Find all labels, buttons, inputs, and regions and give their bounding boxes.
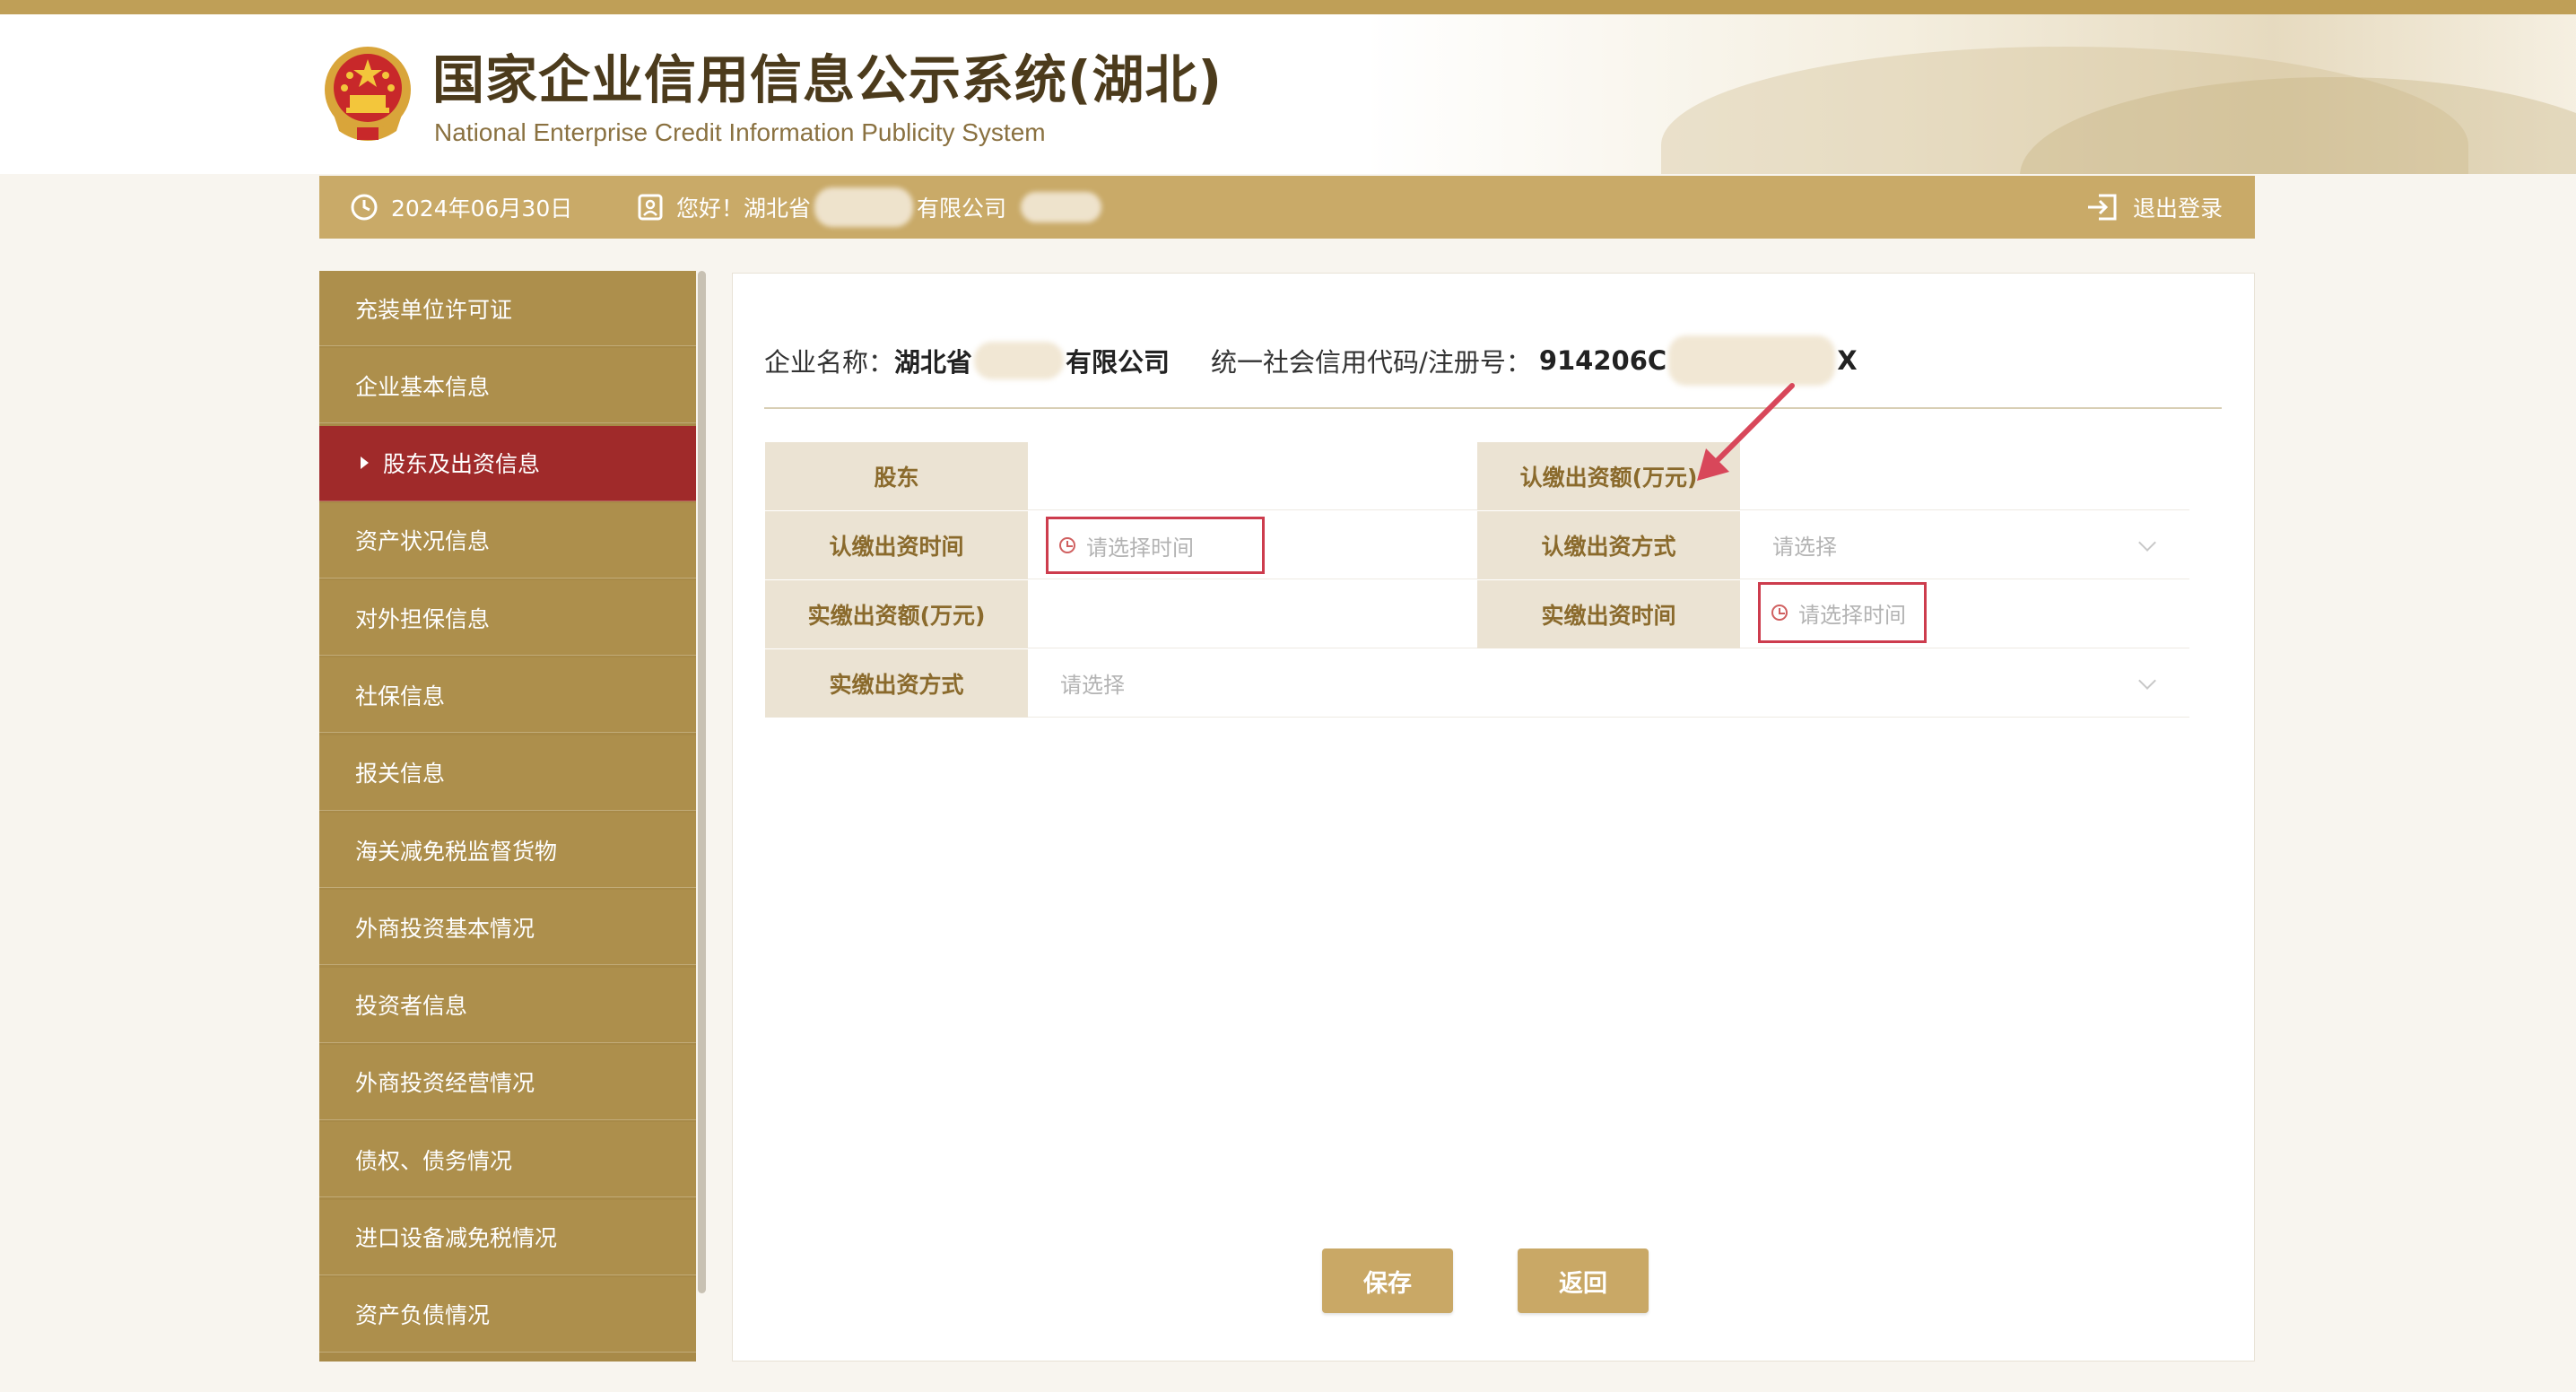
subscribed-time-picker[interactable]: 请选择时间 xyxy=(1046,517,1265,574)
sidebar-item-label: 股东及出资信息 xyxy=(383,451,541,478)
back-button[interactable]: 返回 xyxy=(1518,1248,1649,1313)
greeting-suffix: 有限公司 xyxy=(917,196,1007,222)
sidebar-item-guarantees[interactable]: 对外担保信息 xyxy=(319,580,696,657)
sidebar-item-social-security[interactable]: 社保信息 xyxy=(319,657,696,734)
company-name-suffix: 有限公司 xyxy=(1066,347,1171,378)
sidebar-item-assets[interactable]: 资产状况信息 xyxy=(319,502,696,579)
subscribed-time-label: 认缴出资时间 xyxy=(765,511,1028,579)
sidebar-item-shareholders[interactable]: 股东及出资信息 xyxy=(319,425,696,501)
sidebar-item-label: 资产负债情况 xyxy=(355,1302,491,1329)
sidebar-item-filling-license[interactable]: 充装单位许可证 xyxy=(319,271,696,346)
logout-label: 退出登录 xyxy=(2132,196,2223,222)
header-landscape-art xyxy=(1365,14,2576,174)
sidebar-item-label: 进口设备减免税情况 xyxy=(355,1225,558,1252)
header-divider xyxy=(764,407,2222,409)
sidebar-item-customs-duty-free-goods[interactable]: 海关减免税监督货物 xyxy=(319,813,696,889)
paid-method-select[interactable]: 请选择 xyxy=(1028,649,2189,718)
credit-code-label: 统一社会信用代码/注册号： xyxy=(1211,347,1532,378)
sidebar-item-label: 企业基本信息 xyxy=(355,373,491,400)
subscribed-time-placeholder: 请选择时间 xyxy=(1086,535,1194,561)
company-name-prefix: 湖北省 xyxy=(894,347,973,378)
sidebar-item-label: 外商投资经营情况 xyxy=(355,1070,535,1097)
sidebar-item-label: 充装单位许可证 xyxy=(355,296,513,323)
paid-time-picker[interactable]: 请选择时间 xyxy=(1758,582,1927,643)
sidebar-item-label: 对外担保信息 xyxy=(355,605,491,632)
top-accent-strip xyxy=(0,0,2576,14)
credit-code-suffix: X xyxy=(1837,345,1858,376)
subscribed-method-select[interactable]: 请选择 xyxy=(1740,511,2189,579)
date-display: 2024年06月30日 xyxy=(350,176,572,239)
sidebar-item-label: 资产状况信息 xyxy=(355,528,491,555)
subscribed-method-placeholder: 请选择 xyxy=(1772,535,1837,560)
sidebar-item-label: 外商投资基本情况 xyxy=(355,915,535,942)
sidebar-item-investors[interactable]: 投资者信息 xyxy=(319,967,696,1043)
clock-icon xyxy=(1059,537,1075,553)
shareholder-label: 股东 xyxy=(765,442,1028,510)
national-emblem-icon xyxy=(325,47,411,141)
paid-method-placeholder: 请选择 xyxy=(1060,673,1125,698)
info-bar: 2024年06月30日 您好！湖北省 有限公司 退出登录 xyxy=(319,176,2255,239)
subscribed-method-label: 认缴出资方式 xyxy=(1477,511,1740,579)
user-id-icon xyxy=(638,194,663,221)
active-caret-icon xyxy=(361,457,369,470)
sidebar-scrollbar[interactable] xyxy=(698,271,706,1293)
annotation-arrow-icon xyxy=(1697,383,1795,481)
clock-icon xyxy=(1771,605,1788,621)
paid-time-label: 实缴出资时间 xyxy=(1477,580,1740,648)
sidebar-item-imported-equipment[interactable]: 进口设备减免税情况 xyxy=(319,1199,696,1275)
logout-icon xyxy=(2087,194,2117,221)
sidebar-item-debts[interactable]: 债权、债务情况 xyxy=(319,1122,696,1198)
clock-icon xyxy=(351,194,378,221)
site-header: 国家企业信用信息公示系统(湖北) National Enterprise Cre… xyxy=(0,14,2576,174)
site-subtitle: National Enterprise Credit Information P… xyxy=(434,118,1046,146)
shareholder-field[interactable] xyxy=(1028,442,1477,510)
company-name-label: 企业名称： xyxy=(764,347,895,378)
sidebar-item-customs-declaration[interactable]: 报关信息 xyxy=(319,735,696,811)
paid-method-label: 实缴出资方式 xyxy=(765,649,1028,718)
user-greeting: 您好！湖北省 有限公司 xyxy=(637,176,1102,239)
sidebar-item-foreign-investment-basic[interactable]: 外商投资基本情况 xyxy=(319,890,696,966)
redacted-user xyxy=(1021,192,1102,222)
sidebar-item-basic-info[interactable]: 企业基本信息 xyxy=(319,348,696,424)
sidebar-item-foreign-investment-operations[interactable]: 外商投资经营情况 xyxy=(319,1044,696,1120)
main-panel xyxy=(732,273,2255,1362)
sidebar-item-label: 报关信息 xyxy=(355,761,446,787)
paid-amount-label: 实缴出资额(万元) xyxy=(765,580,1028,648)
chevron-down-icon xyxy=(2138,672,2156,690)
credit-code-prefix: 914206C xyxy=(1538,345,1667,376)
greeting-prefix: 您好！湖北省 xyxy=(676,196,812,222)
paid-amount-field[interactable] xyxy=(1028,580,1477,648)
sidebar-menu: 充装单位许可证 企业基本信息 股东及出资信息 资产状况信息 对外担保信息 社保信… xyxy=(319,271,696,1362)
redacted-name xyxy=(814,187,914,227)
sidebar-item-label: 债权、债务情况 xyxy=(355,1147,513,1174)
sidebar-item-label: 投资者信息 xyxy=(355,993,468,1020)
paid-time-placeholder: 请选择时间 xyxy=(1798,602,1906,628)
save-button[interactable]: 保存 xyxy=(1322,1248,1453,1313)
logout-button[interactable]: 退出登录 xyxy=(2086,176,2223,239)
redacted-company xyxy=(974,342,1065,379)
sidebar-item-balance-sheet[interactable]: 资产负债情况 xyxy=(319,1276,696,1353)
site-title: 国家企业信用信息公示系统(湖北) xyxy=(432,49,1223,110)
sidebar-item-label: 社保信息 xyxy=(355,683,446,709)
current-date: 2024年06月30日 xyxy=(391,196,573,222)
chevron-down-icon xyxy=(2138,534,2156,552)
sidebar-item-label: 海关减免税监督货物 xyxy=(355,838,558,865)
